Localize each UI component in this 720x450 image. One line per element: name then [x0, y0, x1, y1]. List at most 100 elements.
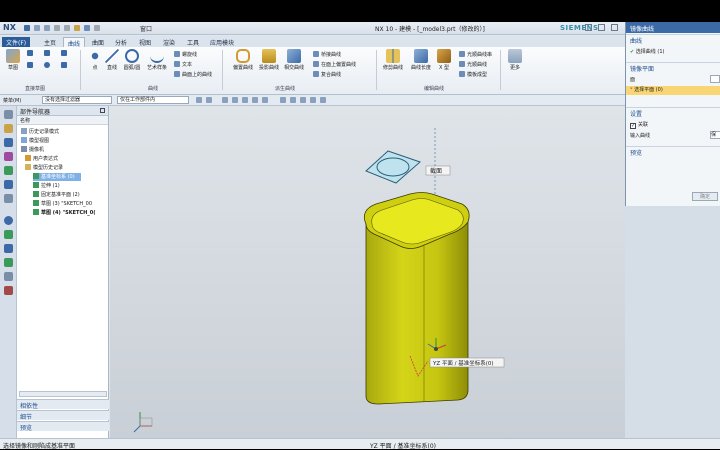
tree-node-datum-csys[interactable]: 基准坐标系 (0) — [33, 173, 81, 181]
tab-curve[interactable]: 曲线 — [63, 37, 86, 48]
copy-icon[interactable] — [64, 25, 70, 31]
pan-icon[interactable] — [320, 97, 326, 103]
minimize-icon[interactable] — [585, 24, 592, 31]
sketch-button[interactable]: 草图 — [2, 49, 24, 71]
settings-icon[interactable] — [4, 110, 13, 119]
quadrant-snap-icon[interactable] — [262, 97, 268, 103]
manufacturing-wizards-icon[interactable] — [4, 258, 13, 267]
details-panel[interactable]: 细节 — [17, 410, 109, 421]
rotate-icon[interactable] — [310, 97, 316, 103]
helix-button[interactable]: 螺旋线 — [174, 51, 197, 58]
reuse-library-icon[interactable] — [4, 166, 13, 175]
endpoint-snap-icon[interactable] — [222, 97, 228, 103]
art-spline-button[interactable]: 艺术样条 — [146, 49, 168, 71]
select-plane-row[interactable]: * 选择平面 (0) — [626, 86, 720, 95]
curve-section[interactable]: 曲线 — [626, 34, 720, 46]
mirror-plane-section[interactable]: 镜像平面 — [626, 62, 720, 74]
intersect-curve-button[interactable]: 相交曲线 — [283, 49, 305, 71]
fillet-icon[interactable] — [61, 62, 67, 68]
tab-analysis[interactable]: 分析 — [111, 37, 131, 47]
roles-icon[interactable] — [4, 272, 13, 281]
orient-view-icon[interactable] — [280, 97, 286, 103]
scope-combo[interactable]: 仅在工作部件内 — [117, 96, 189, 104]
more-button[interactable]: 更多 — [504, 49, 526, 71]
process-studio-icon[interactable] — [4, 244, 13, 253]
zoom-icon[interactable] — [300, 97, 306, 103]
tab-home[interactable]: 主页 — [40, 37, 60, 47]
window-menu[interactable]: 窗口 — [140, 24, 152, 33]
touch-mode-icon[interactable] — [94, 25, 100, 31]
offset-curve-button[interactable]: 偏置曲线 — [232, 49, 254, 71]
snap-icon[interactable] — [206, 97, 212, 103]
tree-node-cameras[interactable]: 摄像机 — [21, 146, 44, 154]
web-browser-icon[interactable] — [4, 194, 13, 203]
tree-node-history-mode[interactable]: 历史记录模式 — [21, 128, 59, 136]
part-navigator-icon[interactable] — [4, 138, 13, 147]
select-icon[interactable] — [196, 97, 202, 103]
dependencies-panel[interactable]: 相依性 — [17, 399, 109, 410]
arc-circle-button[interactable]: 圆弧/圆 — [121, 49, 143, 71]
name-column[interactable]: 名称 — [20, 118, 30, 124]
undo-icon[interactable] — [34, 25, 40, 31]
assembly-navigator-icon[interactable] — [4, 124, 13, 133]
selection-filter-combo[interactable]: 没有选择过滤器 — [42, 96, 112, 104]
line-icon[interactable] — [44, 50, 50, 56]
pin-icon[interactable] — [100, 108, 105, 113]
close-icon[interactable] — [611, 24, 618, 31]
history-icon[interactable] — [4, 216, 13, 225]
tree-node-user-expressions[interactable]: 用户表达式 — [25, 155, 58, 163]
tab-render[interactable]: 渲染 — [159, 37, 179, 47]
associative-checkbox[interactable]: ✓ 关联 — [630, 121, 648, 129]
arc-icon[interactable] — [61, 50, 67, 56]
save-icon[interactable] — [24, 25, 30, 31]
system-scenes-icon[interactable] — [4, 286, 13, 295]
smooth-spline-button[interactable]: 光顺曲线串 — [459, 51, 492, 58]
tab-file[interactable]: 文件(F) — [2, 37, 31, 47]
tree-node-extrude[interactable]: 拉伸 (1) — [33, 182, 60, 190]
tab-tools[interactable]: 工具 — [183, 37, 203, 47]
tab-surface[interactable]: 曲面 — [88, 37, 108, 47]
profile-icon[interactable] — [27, 50, 33, 56]
tree-node-model-views[interactable]: 模型视图 — [21, 137, 49, 145]
tree-node-datum-plane[interactable]: 固定基准平面 (2) — [33, 191, 80, 199]
plane-type-dropdown[interactable] — [710, 75, 720, 83]
x-type-button[interactable]: X 型 — [433, 49, 455, 71]
circle-icon[interactable] — [44, 62, 50, 68]
on-face-offset-button[interactable]: 在面上偏置曲线 — [313, 61, 356, 68]
settings-section[interactable]: 设置 — [626, 107, 720, 119]
template-button[interactable]: 模板成型 — [459, 71, 487, 78]
menu-button[interactable]: 菜单(M) — [3, 97, 21, 104]
line-button[interactable]: 直线 — [101, 49, 123, 71]
repeat-command-icon[interactable] — [84, 25, 90, 31]
projection-curve-button[interactable]: 投影曲线 — [258, 49, 280, 71]
midpoint-snap-icon[interactable] — [232, 97, 238, 103]
system-materials-icon[interactable] — [4, 230, 13, 239]
bridge-curve-button[interactable]: 桥接曲线 — [313, 51, 341, 58]
sketch-plane[interactable] — [365, 150, 421, 184]
dialog-title[interactable]: 镜像曲线 — [626, 22, 720, 33]
redo-icon[interactable] — [44, 25, 50, 31]
intersection-snap-icon[interactable] — [252, 97, 258, 103]
extruded-body[interactable] — [363, 192, 470, 405]
horizontal-scrollbar[interactable] — [19, 391, 107, 397]
curve-length-button[interactable]: 曲线长度 — [410, 49, 432, 71]
tree-node-sketch-3[interactable]: 草图 (3) "SKETCH_00 — [33, 200, 92, 208]
tab-applications[interactable]: 应用模块 — [206, 37, 238, 47]
preview-section[interactable]: 预览 — [626, 146, 720, 158]
composite-curve-button[interactable]: 复合曲线 — [313, 71, 341, 78]
ok-button[interactable]: 确定 — [692, 192, 718, 201]
select-curve-row[interactable]: ✔ 选择曲线 (1) — [630, 48, 664, 55]
center-snap-icon[interactable] — [242, 97, 248, 103]
maximize-icon[interactable] — [598, 24, 605, 31]
hd3d-icon[interactable] — [4, 180, 13, 189]
input-curve-dropdown[interactable]: 保 — [710, 131, 720, 139]
graphics-window[interactable]: 截面 YZ 平面 / 基准坐标系(0) — [110, 106, 625, 438]
cut-icon[interactable] — [54, 25, 60, 31]
tab-view[interactable]: 视图 — [135, 37, 155, 47]
fit-view-icon[interactable] — [290, 97, 296, 103]
tree-node-sketch-4[interactable]: 草图 (4) "SKETCH_0( — [33, 209, 96, 217]
mirror-curve-button[interactable]: 修剪曲线 — [382, 49, 404, 71]
preview-panel[interactable]: 预览 — [17, 421, 109, 432]
smooth-curve-button[interactable]: 光顺曲线 — [459, 61, 487, 68]
curve-on-surface-button[interactable]: 曲面上的曲线 — [174, 71, 212, 78]
